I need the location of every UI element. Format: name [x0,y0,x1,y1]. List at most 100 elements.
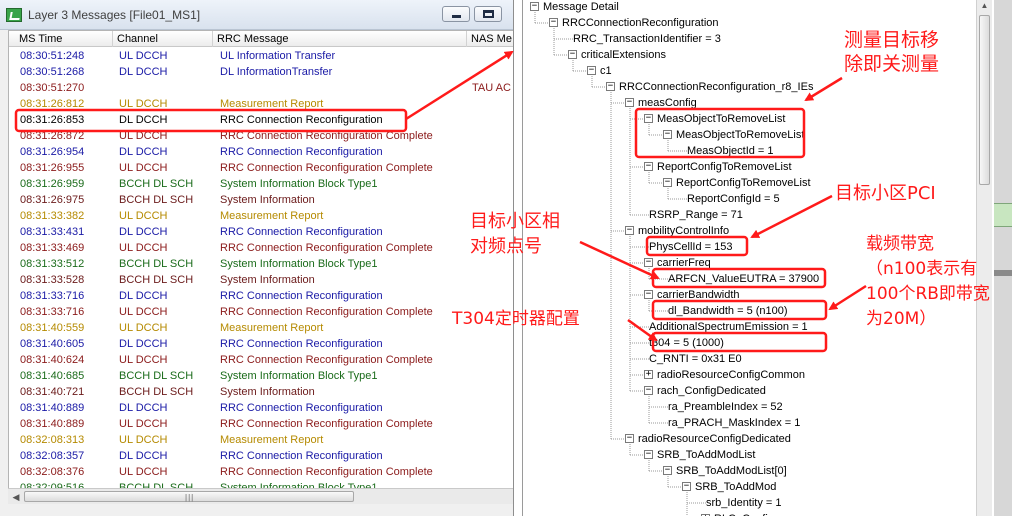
horizontal-scrollbar[interactable]: ◀ ||| [8,488,513,504]
table-row[interactable]: 08:31:26:975 BCCH DL SCH System Informatio… [9,192,513,208]
tree-node[interactable]: SRB_ToAddMod [695,479,776,495]
tree-node[interactable]: ra_PRACH_MaskIndex = 1 [668,415,800,431]
collapse-icon[interactable]: − [587,66,596,75]
column-header-rrc-message[interactable]: RRC Message [213,31,467,47]
window-titlebar[interactable]: Layer 3 Messages [File01_MS1] [0,0,513,30]
tree-node[interactable]: ARFCN_ValueEUTRA = 37900 [668,271,819,287]
collapse-icon[interactable]: − [625,98,634,107]
tree-node[interactable]: MeasObjectToRemoveList [676,127,804,143]
table-row[interactable]: 08:31:40:889 DL DCCH RRC Connection Reconf… [9,400,513,416]
scroll-left-icon[interactable]: ◀ [10,491,22,503]
cell-nas-message: TAU AC [472,82,511,94]
table-row[interactable]: 08:31:33:716 UL DCCH RRC Connection Reconf… [9,304,513,320]
tree-node[interactable]: mobilityControlInfo [638,223,729,239]
collapse-icon[interactable]: − [530,2,539,11]
column-header-nas-message[interactable]: NAS Me [467,31,513,47]
table-row[interactable]: 08:32:08:313 UL DCCH Measurement Report [9,432,513,448]
collapse-icon[interactable]: − [644,450,653,459]
tree-node[interactable]: ra_PreambleIndex = 52 [668,399,783,415]
tree-node[interactable]: criticalExtensions [581,47,666,63]
tree-node[interactable]: RRCConnectionReconfiguration_r8_IEs [619,79,813,95]
minimize-button[interactable] [442,6,470,22]
tree-node[interactable]: RSRP_Range = 71 [649,207,743,223]
table-row[interactable]: 08:31:40:624 UL DCCH RRC Connection Reconf… [9,352,513,368]
tree-node[interactable]: AdditionalSpectrumEmission = 1 [649,319,808,335]
cell-channel: UL DCCH [119,242,168,254]
tree-node[interactable]: dl_Bandwidth = 5 (n100) [668,303,788,319]
table-row[interactable]: 08:30:51:270 TAU AC [9,80,513,96]
collapse-icon[interactable]: − [549,18,558,27]
tree-node[interactable]: carrierFreq [657,255,711,271]
tree-node[interactable]: C_RNTI = 0x31 E0 [649,351,742,367]
tree-node[interactable]: ReportConfigId = 5 [687,191,780,207]
collapse-icon[interactable]: − [644,114,653,123]
tree-node[interactable]: radioResourceConfigDedicated [638,431,791,447]
tree-node[interactable]: ReportConfigToRemoveList [676,175,811,191]
table-row[interactable]: 08:31:40:605 DL DCCH RRC Connection Reconf… [9,336,513,352]
tree-node[interactable]: c1 [600,63,612,79]
collapse-icon[interactable]: − [644,290,653,299]
tree-node[interactable]: RRC_TransactionIdentifier = 3 [573,31,721,47]
vertical-scroll-thumb[interactable] [979,15,990,185]
tree-node[interactable]: MeasObjectToRemoveList [657,111,785,127]
table-row[interactable]: 08:31:26:853 DL DCCH RRC Connection Reconf… [9,112,513,128]
table-row[interactable]: 08:31:40:685 BCCH DL SCH System Informatio… [9,368,513,384]
column-header-ms-time[interactable]: MS Time [9,31,113,47]
collapse-icon[interactable]: − [663,466,672,475]
table-row[interactable]: 08:31:26:954 DL DCCH RRC Connection Reconf… [9,144,513,160]
collapse-icon[interactable]: − [644,162,653,171]
collapse-icon[interactable]: − [625,226,634,235]
collapse-icon[interactable]: − [644,386,653,395]
tree-node[interactable]: SRB_ToAddModList[0] [676,463,787,479]
table-row[interactable]: 08:31:40:889 UL DCCH RRC Connection Reconf… [9,416,513,432]
table-row[interactable]: 08:31:33:512 BCCH DL SCH System Informatio… [9,256,513,272]
column-header-channel[interactable]: Channel [113,31,213,47]
tree-node[interactable]: srb_Identity = 1 [706,495,782,511]
cell-ms-time: 08:31:26:975 [20,194,85,206]
table-row[interactable]: 08:31:26:955 UL DCCH RRC Connection Reconf… [9,160,513,176]
tree-node[interactable]: MeasObjectId = 1 [687,143,774,159]
collapse-icon[interactable]: − [663,178,672,187]
table-row[interactable]: 08:31:26:812 UL DCCH Measurement Report [9,96,513,112]
cell-rrc-message: Measurement Report [220,98,324,110]
table-row[interactable]: 08:31:33:431 DL DCCH RRC Connection Reconf… [9,224,513,240]
tree-node[interactable]: rach_ConfigDedicated [657,383,766,399]
maximize-button[interactable] [474,6,502,22]
tree-node[interactable]: carrierBandwidth [657,287,740,303]
cell-rrc-message: DL InformationTransfer [220,66,333,78]
table-row[interactable]: 08:31:26:959 BCCH DL SCH System Informatio… [9,176,513,192]
tree-node[interactable]: RRCConnectionReconfiguration [562,15,719,31]
table-row[interactable]: 08:30:51:248 UL DCCH UL Information Transf… [9,48,513,64]
table-row[interactable]: 08:31:26:872 UL DCCH RRC Connection Reconf… [9,128,513,144]
cell-channel: UL DCCH [119,466,168,478]
table-row[interactable]: 08:31:33:528 BCCH DL SCH System Informatio… [9,272,513,288]
collapse-icon[interactable]: − [644,258,653,267]
tree-node[interactable]: RLC_Config [714,511,774,516]
collapse-icon[interactable]: − [568,50,577,59]
collapse-icon[interactable]: − [625,434,634,443]
cell-ms-time: 08:31:40:605 [20,338,85,350]
expand-icon[interactable]: + [644,370,653,379]
tree-node[interactable]: ReportConfigToRemoveList [657,159,792,175]
tree-node[interactable]: radioResourceConfigCommon [657,367,805,383]
tree-node[interactable]: PhysCellId = 153 [649,239,732,255]
tree-node[interactable]: t304 = 5 (1000) [649,335,724,351]
collapse-icon[interactable]: − [663,130,672,139]
table-row[interactable]: 08:31:33:469 UL DCCH RRC Connection Reconf… [9,240,513,256]
tree-node[interactable]: Message Detail [543,0,619,15]
cell-ms-time: 08:31:26:955 [20,162,85,174]
scroll-up-icon[interactable]: ▲ [979,1,990,12]
collapse-icon[interactable]: − [606,82,615,91]
table-row[interactable]: 08:32:08:376 UL DCCH RRC Connection Reconf… [9,464,513,480]
table-row[interactable]: 08:31:40:721 BCCH DL SCH System Informatio… [9,384,513,400]
table-row[interactable]: 08:31:33:716 DL DCCH RRC Connection Reconf… [9,288,513,304]
table-row[interactable]: 08:32:08:357 DL DCCH RRC Connection Reconf… [9,448,513,464]
scroll-thumb[interactable]: ||| [24,491,354,502]
table-row[interactable]: 08:31:40:559 UL DCCH Measurement Report [9,320,513,336]
table-row[interactable]: 08:30:51:268 DL DCCH DL InformationTransfe… [9,64,513,80]
table-row[interactable]: 08:31:33:382 UL DCCH Measurement Report [9,208,513,224]
cell-channel: DL DCCH [119,146,168,158]
tree-node[interactable]: SRB_ToAddModList [657,447,755,463]
collapse-icon[interactable]: − [682,482,691,491]
tree-node[interactable]: measConfig [638,95,697,111]
